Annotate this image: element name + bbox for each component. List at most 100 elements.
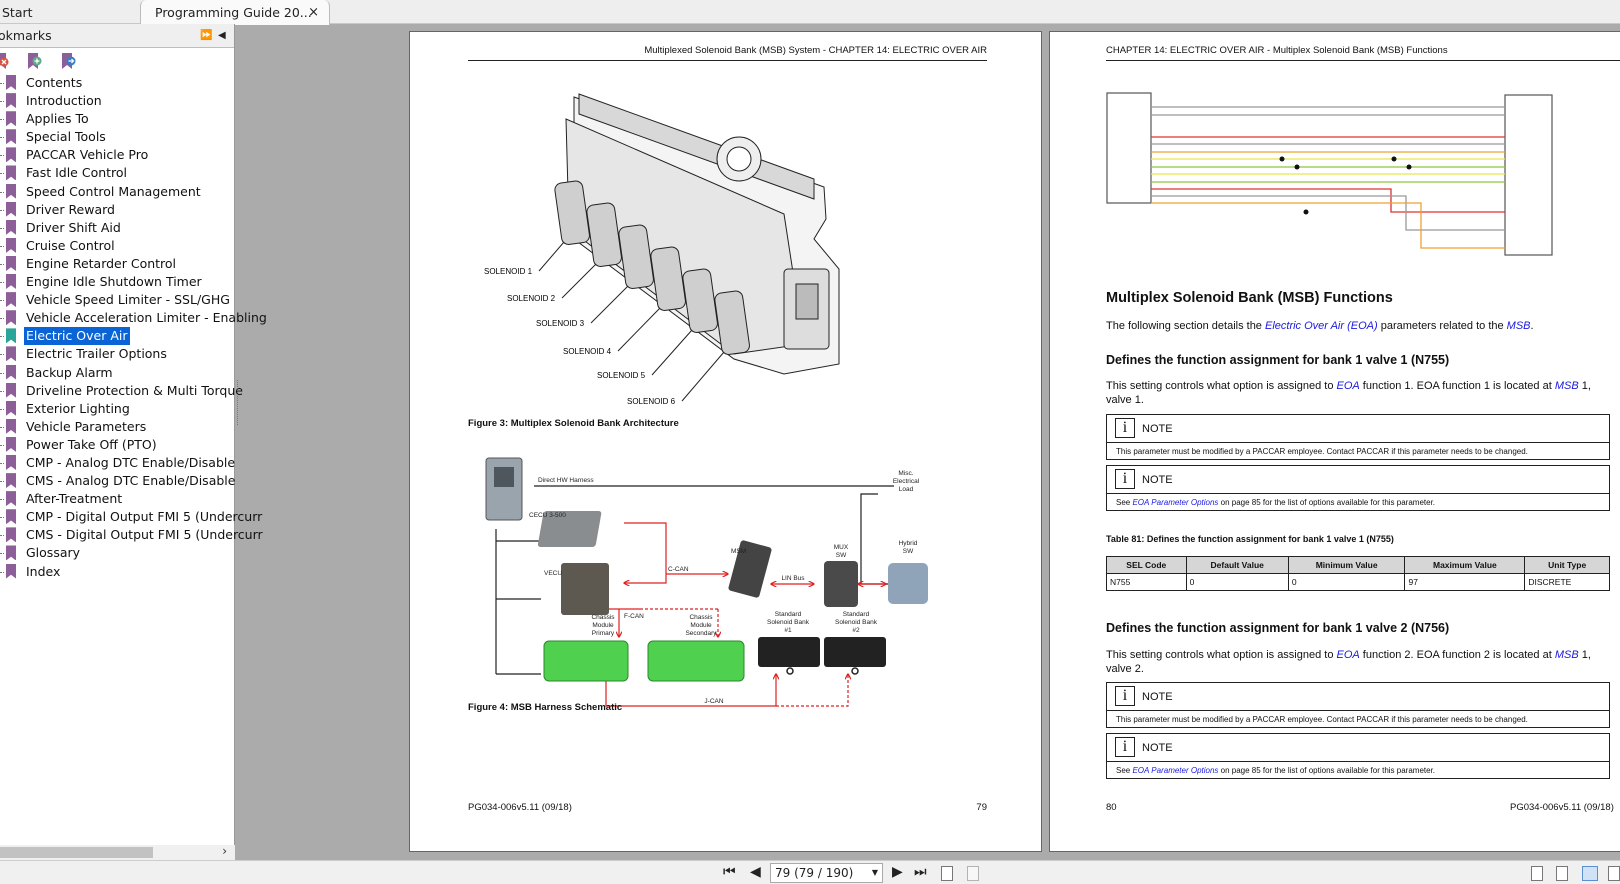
scrollbar-thumb[interactable] [0,847,153,858]
bookmark-item[interactable]: Special Tools [0,128,235,146]
bookmark-item[interactable]: Introduction [0,92,235,110]
previous-view-icon[interactable] [941,866,953,881]
go-to-bookmark-icon[interactable] [62,53,76,69]
eoa-options-link[interactable]: EOA Parameter Options [1132,766,1218,775]
horizontal-scrollbar[interactable]: › [0,844,235,860]
splice-dot [1294,164,1300,170]
tree-line [0,408,4,410]
bookmark-label: Driver Shift Aid [26,219,121,235]
page-number-input[interactable]: 79 (79 / 190) ▼ [770,863,883,883]
bookmark-item[interactable]: PACCAR Vehicle Pro [0,146,235,164]
bookmark-item[interactable]: Speed Control Management [0,183,235,201]
bookmark-item[interactable]: Electric Over Air [0,327,235,346]
chassis-module-primary-image [543,640,629,682]
tree-line [0,426,4,428]
bookmark-toolbar [0,48,234,74]
bookmark-icon [6,545,16,561]
bookmark-item[interactable]: After-Treatment [0,490,235,508]
last-page-button[interactable]: ⏭ [914,864,927,880]
chassis-primary-label: Primary [592,630,615,637]
bookmark-item[interactable]: Driveline Protection & Multi Torque [0,382,243,400]
bookmark-item[interactable]: Engine Retarder Control [0,255,235,273]
paragraph-n756: This setting controls what option is ass… [1106,649,1591,675]
msb-link[interactable]: MSB [1555,649,1579,661]
expand-panel-icon[interactable]: ⏩ [200,24,212,47]
splice-dot [1303,209,1309,215]
solenoid-bank-2-label: #2 [852,627,860,634]
msb-link[interactable]: MSB [1555,380,1579,392]
eoa-options-link[interactable]: EOA Parameter Options [1132,498,1218,507]
collapse-panel-icon[interactable]: ◀ [218,24,226,47]
bookmark-icon [6,274,16,290]
solenoid-label: SOLENOID 5 [597,371,646,380]
tree-line [0,155,4,157]
solenoid-bank-1-label: Standard [775,611,802,618]
delete-bookmark-icon[interactable] [0,53,10,69]
page-header: Multiplexed Solenoid Bank (MSB) System -… [644,45,987,56]
tab-start[interactable]: Start [2,0,33,24]
mux-sw-image [824,561,858,607]
tree-line [0,318,4,320]
column-header: Unit Type [1524,556,1610,574]
bookmark-item[interactable]: CMP - Analog DTC Enable/Disable [0,454,235,472]
lin-bus-label: LIN Bus [781,575,805,582]
j-can-label: J-CAN [704,698,723,705]
previous-page-button[interactable]: ◀ [750,864,761,880]
bookmark-item[interactable]: Driver Shift Aid [0,219,235,237]
next-page-button[interactable]: ▶ [892,864,903,880]
bookmark-item[interactable]: Applies To [0,110,235,128]
eoa-link[interactable]: Electric Over Air (EOA) [1265,320,1378,332]
bookmark-item[interactable]: CMS - Analog DTC Enable/Disable [0,472,235,490]
panel-splitter[interactable] [237,380,240,425]
eoa-link[interactable]: EOA [1337,649,1360,661]
bookmark-item[interactable]: CMS - Digital Output FMI 5 (Undercurr [0,526,263,544]
first-page-button[interactable]: ⏮ [723,864,736,880]
column-header: Minimum Value [1287,556,1406,574]
solenoid-bank-1-label: Solenoid Bank [767,619,810,626]
solenoid-bank-2-image [824,637,886,667]
single-page-view-icon[interactable] [1531,866,1543,881]
bookmark-item[interactable]: Vehicle Parameters [0,418,235,436]
bookmark-icon [6,183,16,199]
bookmark-icon [6,75,16,90]
eoa-link[interactable]: EOA [1337,380,1360,392]
scroll-right-icon[interactable]: › [222,844,227,858]
close-tab-icon[interactable]: × [308,0,319,25]
facing-view-icon[interactable] [1582,866,1598,881]
bookmark-item[interactable]: Vehicle Speed Limiter - SSL/GHG [0,291,235,309]
tree-line [0,481,4,483]
tree-line [0,517,4,519]
tree-line [0,553,4,555]
vecu-label: VECU [544,570,562,577]
continuous-facing-view-icon[interactable] [1608,866,1620,881]
next-view-icon[interactable] [967,866,979,881]
bookmark-item[interactable]: Exterior Lighting [0,400,235,418]
tree-line [0,263,4,265]
msb-link[interactable]: MSB [1507,320,1531,332]
table-cell: N755 [1106,573,1187,591]
tab-programming-guide[interactable]: Programming Guide 20... × [140,0,330,25]
bookmark-item[interactable]: Electric Trailer Options [0,345,235,363]
bookmark-item[interactable]: CMP - Digital Output FMI 5 (Undercurr [0,508,262,526]
bookmark-item[interactable]: Power Take Off (PTO) [0,436,235,454]
bookmark-item[interactable]: Cruise Control [0,237,235,255]
hybrid-sw-image [888,563,928,604]
bookmark-item[interactable]: Engine Idle Shutdown Timer [0,273,235,291]
bookmark-icon [6,436,16,452]
bookmark-item[interactable]: Index [0,563,235,581]
bookmark-item[interactable]: Fast Idle Control [0,164,235,182]
chassis-secondary-label: Module [690,622,712,629]
bookmark-icon [6,400,16,416]
bookmark-label: Cruise Control [26,237,115,253]
bookmark-item[interactable]: Driver Reward [0,201,235,219]
bookmark-item[interactable]: Backup Alarm [0,364,235,382]
add-bookmark-icon[interactable] [28,53,42,69]
bookmark-item[interactable]: Contents [0,74,235,92]
continuous-view-icon[interactable] [1556,866,1568,881]
bookmark-icon [6,563,16,579]
bookmark-item[interactable]: Glossary [0,544,235,562]
bookmark-item[interactable]: Vehicle Acceleration Limiter - Enabling [0,309,267,327]
intro-paragraph: The following section details the Electr… [1106,320,1534,332]
bookmark-label: Electric Trailer Options [26,346,167,362]
chevron-down-icon[interactable]: ▼ [872,864,878,882]
